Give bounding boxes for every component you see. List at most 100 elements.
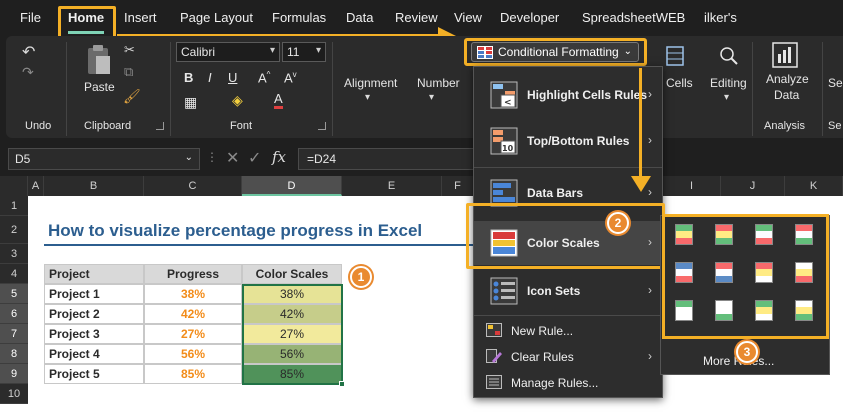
menu-item-new-rule[interactable]: New Rule...	[474, 319, 662, 343]
row-header-7[interactable]: 7	[0, 324, 28, 344]
tab-page-layout[interactable]: Page Layout	[180, 10, 253, 25]
cell-progress[interactable]: 38%	[144, 284, 242, 304]
font-launcher-icon[interactable]	[318, 122, 326, 130]
column-header-i[interactable]: I	[663, 176, 721, 196]
row-header-2[interactable]: 2	[0, 216, 28, 244]
icon-sets-icon	[490, 277, 518, 305]
row-header-1[interactable]: 1	[0, 196, 28, 216]
font-shrink-icon[interactable]: Av	[284, 70, 297, 85]
fill-handle[interactable]	[339, 381, 345, 387]
clipboard-group-label: Clipboard	[84, 120, 132, 132]
tab-review[interactable]: Review	[395, 10, 438, 25]
cell-project-name[interactable]: Project 2	[44, 304, 144, 324]
fill-color-icon[interactable]: ◈	[232, 92, 243, 109]
tab-spreadsheetweb[interactable]: SpreadsheetWEB	[582, 10, 685, 25]
column-header-f[interactable]: F	[442, 176, 474, 196]
cell-project-name[interactable]: Project 5	[44, 364, 144, 384]
menu-item-top-bottom-rules[interactable]: 10 Top/Bottom Rules ›	[474, 123, 662, 159]
redo-icon[interactable]: ↷	[22, 64, 34, 81]
row-header-3[interactable]: 3	[0, 244, 28, 264]
highlight-cells-icon: <	[490, 81, 518, 109]
clipboard-launcher-icon[interactable]	[156, 122, 164, 130]
row-header-10[interactable]: 10	[0, 384, 28, 404]
menu-item-manage-rules[interactable]: Manage Rules...	[474, 371, 662, 395]
enter-icon[interactable]: ✓	[248, 148, 261, 168]
font-group-label: Font	[230, 120, 253, 132]
font-size-select[interactable]: 11 ▾	[282, 42, 326, 62]
sensitivity-button[interactable]: Sen	[828, 76, 843, 90]
column-header-c[interactable]: C	[144, 176, 242, 196]
column-header-b[interactable]: B	[44, 176, 144, 196]
tab-insert[interactable]: Insert	[124, 10, 157, 25]
search-icon	[720, 47, 738, 65]
menu-divider	[474, 315, 662, 316]
cell-progress[interactable]: 42%	[144, 304, 242, 324]
chevron-down-icon: ▾	[724, 92, 730, 103]
sheet-title: How to visualize percentage progress in …	[48, 221, 423, 240]
cell-progress[interactable]: 56%	[144, 344, 242, 364]
formula-input[interactable]: =D24	[298, 148, 474, 170]
row-header-6[interactable]: 6	[0, 304, 28, 324]
copy-icon[interactable]: ⧉	[124, 64, 133, 80]
menu-item-icon-sets[interactable]: Icon Sets ›	[474, 273, 662, 309]
editing-button[interactable]: Editing	[710, 76, 747, 90]
cell-project-name[interactable]: Project 4	[44, 344, 144, 364]
annotation-badge-2: 2	[607, 212, 629, 234]
row-header-4[interactable]: 4	[0, 264, 28, 284]
column-header-d[interactable]: D	[242, 176, 342, 196]
bold-button[interactable]: B	[184, 70, 193, 85]
conditional-formatting-button[interactable]: Conditional Formatting ⌄	[471, 42, 639, 62]
column-header-e[interactable]: E	[342, 176, 442, 196]
underline-button[interactable]: U	[228, 70, 237, 85]
header-project[interactable]: Project	[44, 264, 144, 284]
menu-item-highlight-cells-rules[interactable]: < Highlight Cells Rules ›	[474, 77, 662, 113]
number-button[interactable]: Number	[417, 76, 460, 90]
cell-progress[interactable]: 27%	[144, 324, 242, 344]
column-header-a[interactable]: A	[28, 176, 44, 196]
cancel-icon[interactable]: ✕	[226, 148, 239, 168]
alignment-button[interactable]: Alignment	[344, 76, 397, 90]
name-box[interactable]: D5 ⌄	[8, 148, 200, 170]
font-grow-icon[interactable]: A^	[258, 70, 270, 85]
cell-progress[interactable]: 85%	[144, 364, 242, 384]
menu-item-clear-rules[interactable]: Clear Rules ›	[474, 345, 662, 369]
tab-view[interactable]: View	[454, 10, 482, 25]
select-all-corner[interactable]	[0, 176, 28, 196]
header-color-scales[interactable]: Color Scales	[242, 264, 342, 284]
font-color-icon[interactable]: A	[274, 92, 283, 109]
tab-formulas[interactable]: Formulas	[272, 10, 326, 25]
analyze-data-button[interactable]: Analyze	[766, 72, 809, 86]
top-bottom-icon: 10	[490, 127, 518, 155]
tab-file[interactable]: File	[20, 10, 41, 25]
cell-project-name[interactable]: Project 3	[44, 324, 144, 344]
paste-icon[interactable]	[86, 44, 112, 78]
chevron-down-icon: ▾	[315, 45, 321, 56]
undo-icon[interactable]: ↶	[22, 42, 35, 62]
tab-ilkers[interactable]: ilker's	[704, 10, 737, 25]
divider	[66, 42, 67, 136]
title-underline	[44, 244, 474, 246]
font-name-select[interactable]: Calibri ▾	[176, 42, 280, 62]
ribbon: ↶ ↷ Undo Paste ✂ ⧉ 🖌 Clipboard Calibri ▾ …	[6, 36, 843, 138]
divider	[170, 42, 171, 136]
cut-icon[interactable]: ✂	[124, 42, 135, 58]
annotation-badge-3: 3	[736, 341, 758, 363]
italic-button[interactable]: I	[208, 70, 212, 85]
annotation-arrow-vertical	[639, 68, 642, 178]
cells-button[interactable]: Cells	[666, 76, 693, 90]
tab-data[interactable]: Data	[346, 10, 373, 25]
column-header-j[interactable]: J	[721, 176, 785, 196]
borders-icon[interactable]: ▦	[184, 94, 197, 111]
row-header-5[interactable]: 5	[0, 284, 28, 304]
header-progress[interactable]: Progress	[144, 264, 242, 284]
insert-function-icon[interactable]: fx	[272, 148, 286, 166]
format-painter-icon[interactable]: 🖌	[123, 88, 141, 105]
row-header-8[interactable]: 8	[0, 344, 28, 364]
column-header-k[interactable]: K	[785, 176, 843, 196]
more-options-icon[interactable]: ⋮	[206, 150, 218, 164]
analyze-data-button-line2: Data	[774, 88, 800, 102]
tab-developer[interactable]: Developer	[500, 10, 559, 25]
row-header-9[interactable]: 9	[0, 364, 28, 384]
analysis-group-label: Analysis	[764, 120, 805, 132]
cell-project-name[interactable]: Project 1	[44, 284, 144, 304]
